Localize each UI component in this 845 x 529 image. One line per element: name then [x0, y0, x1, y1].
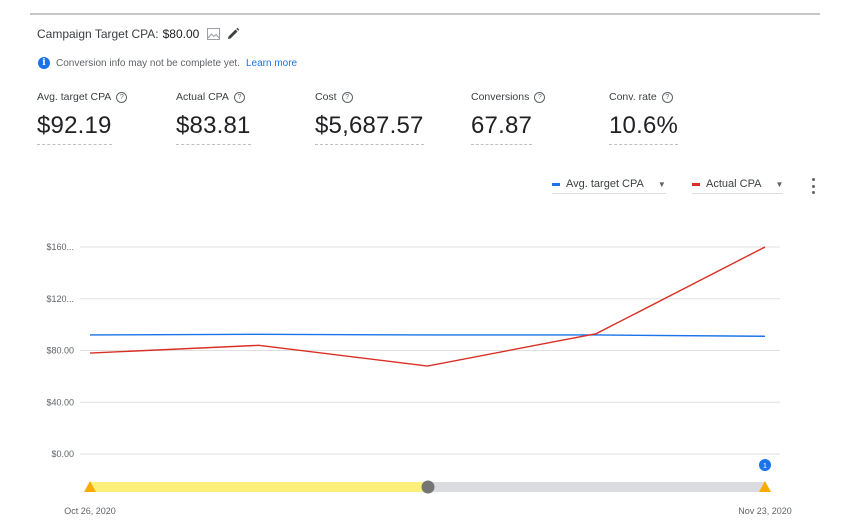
x-start-label: Oct 26, 2020 [64, 506, 116, 516]
x-end-label: Nov 23, 2020 [738, 506, 792, 516]
range-slider-handle[interactable] [421, 480, 435, 494]
y-tick-label: $160... [46, 242, 74, 252]
range-unselected-bar [428, 482, 765, 492]
y-tick-label: $0.00 [51, 449, 74, 459]
y-tick-label: $120... [46, 294, 74, 304]
series-line [89, 333, 766, 337]
series-line [89, 246, 766, 367]
cpa-line-chart: $0.00 $40.00 $80.00 $120... $160... 1 Oct 26,… [46, 242, 792, 516]
annotation-marker-label: 1 [763, 463, 767, 470]
y-tick-label: $80.00 [46, 346, 74, 356]
range-selected-bar [90, 482, 428, 492]
y-tick-label: $40.00 [46, 397, 74, 407]
